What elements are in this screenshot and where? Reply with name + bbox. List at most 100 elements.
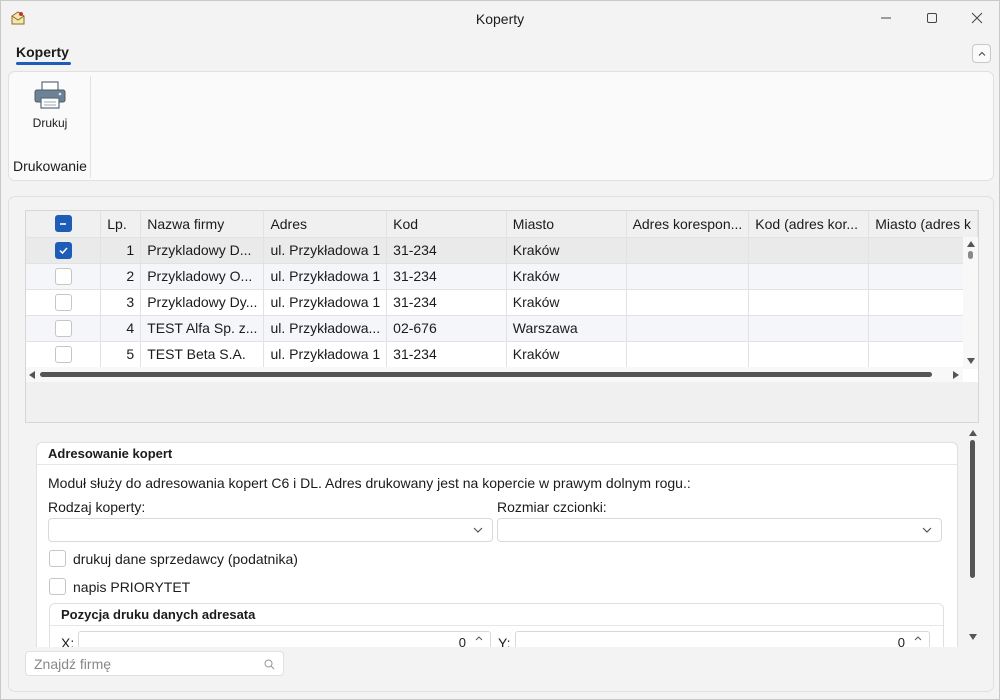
row-checkbox[interactable] <box>54 241 72 259</box>
maximize-icon <box>927 13 937 23</box>
checkmark-icon <box>59 246 68 254</box>
tab-koperty[interactable]: Koperty <box>16 44 69 60</box>
minimize-button[interactable] <box>863 1 909 35</box>
cell-adres: ul. Przykładowa 1 <box>263 341 388 368</box>
row-checkbox[interactable] <box>54 267 72 285</box>
cell-empty <box>626 237 750 264</box>
grid-horizontal-scrollbar[interactable] <box>26 367 963 382</box>
cell-empty <box>748 263 870 290</box>
table-row[interactable]: 5 TEST Beta S.A. ul. Przykładowa 1 31-23… <box>26 341 978 368</box>
column-header[interactable]: Miasto <box>506 211 627 238</box>
close-button[interactable] <box>954 1 1000 35</box>
panel-title: Adresowanie kopert <box>37 443 957 465</box>
grid-hscroll-thumb[interactable] <box>40 372 932 377</box>
active-tab-indicator <box>16 62 71 65</box>
search-input[interactable] <box>34 656 259 672</box>
envelope-type-select[interactable] <box>48 518 493 542</box>
cell-kod: 31-234 <box>386 341 507 368</box>
spin-up-icon[interactable] <box>474 635 484 642</box>
cell-miasto: Kraków <box>506 263 627 290</box>
cell-empty <box>868 289 978 316</box>
cell-lp: 5 <box>100 341 142 368</box>
column-header[interactable]: Kod (adres kor... <box>748 211 870 238</box>
cell-empty <box>626 341 750 368</box>
seller-data-option[interactable]: drukuj dane sprzedawcy (podatnika) <box>49 550 298 567</box>
spin-up-icon[interactable] <box>913 635 923 642</box>
grid-header-row: Lp. Nazwa firmy Adres Kod Miasto Adres k… <box>26 211 978 238</box>
indeterminate-icon <box>60 222 67 225</box>
scroll-up-arrow-icon <box>967 241 975 247</box>
priority-option[interactable]: napis PRIORYTET <box>49 578 190 595</box>
table-row[interactable]: 1 Przykladowy D... ul. Przykładowa 1 31-… <box>26 237 978 264</box>
column-header[interactable]: Nazwa firmy <box>140 211 265 238</box>
minimize-icon <box>881 17 891 19</box>
companies-table: Lp. Nazwa firmy Adres Kod Miasto Adres k… <box>26 211 978 368</box>
maximize-button[interactable] <box>909 1 955 35</box>
chevron-up-icon <box>978 51 985 56</box>
cell-kod: 31-234 <box>386 263 507 290</box>
cell-lp: 2 <box>100 263 142 290</box>
grid-vertical-scrollbar[interactable] <box>963 237 978 369</box>
panel-vertical-scrollbar[interactable] <box>967 430 979 642</box>
cell-adres: ul. Przykładowa... <box>263 315 388 342</box>
cell-nazwa: Przykladowy Dy... <box>140 289 265 316</box>
row-checkbox[interactable] <box>54 293 72 311</box>
select-all-checkbox[interactable] <box>54 215 72 233</box>
panel-vscroll-thumb[interactable] <box>970 440 975 578</box>
y-position-value: 0 <box>897 635 905 647</box>
cell-miasto: Warszawa <box>506 315 627 342</box>
column-header[interactable]: Adres korespon... <box>626 211 750 238</box>
cell-kod: 31-234 <box>386 289 507 316</box>
seller-data-checkbox[interactable] <box>49 550 66 567</box>
recipient-position-group: Pozycja druku danych adresata X: 0 Y: 0 <box>49 603 944 647</box>
row-checkbox[interactable] <box>54 319 72 337</box>
chevron-down-icon <box>922 527 932 533</box>
scroll-left-arrow-icon <box>29 371 35 379</box>
grid-vscroll-thumb[interactable] <box>968 251 973 259</box>
printer-icon <box>34 81 66 109</box>
priority-checkbox[interactable] <box>49 578 66 595</box>
cell-empty <box>748 289 870 316</box>
cell-adres: ul. Przykładowa 1 <box>263 263 388 290</box>
cell-nazwa: Przykladowy D... <box>140 237 265 264</box>
font-size-label: Rozmiar czcionki: <box>497 499 607 515</box>
cell-empty <box>868 263 978 290</box>
cell-empty <box>748 341 870 368</box>
search-box[interactable] <box>25 651 284 676</box>
column-header[interactable]: Lp. <box>100 211 142 238</box>
x-position-input[interactable]: 0 <box>78 631 491 647</box>
cell-empty <box>748 237 870 264</box>
column-header[interactable]: Kod <box>386 211 507 238</box>
y-position-input[interactable]: 0 <box>515 631 930 647</box>
table-row[interactable]: 3 Przykladowy Dy... ul. Przykładowa 1 31… <box>26 289 978 316</box>
font-size-select[interactable] <box>497 518 942 542</box>
close-icon <box>971 12 983 24</box>
ribbon-separator <box>90 76 91 178</box>
scroll-down-arrow-icon <box>969 634 977 640</box>
app-window: Koperty Koperty Drukuj Drukowanie Lp. Na… <box>0 0 1000 700</box>
content-area: Lp. Nazwa firmy Adres Kod Miasto Adres k… <box>8 196 994 692</box>
cell-lp: 1 <box>100 237 142 264</box>
row-checkbox[interactable] <box>54 345 72 363</box>
settings-panel-viewport: Adresowanie kopert Moduł służy do adreso… <box>36 442 958 647</box>
x-position-value: 0 <box>458 635 466 647</box>
cell-empty <box>748 315 870 342</box>
table-row[interactable]: 4 TEST Alfa Sp. z... ul. Przykładowa... … <box>26 315 978 342</box>
cell-empty <box>626 263 750 290</box>
title-bar: Koperty <box>1 1 999 35</box>
companies-grid: Lp. Nazwa firmy Adres Kod Miasto Adres k… <box>25 210 979 423</box>
column-header[interactable]: Miasto (adres k <box>868 211 978 238</box>
grid-viewport: Lp. Nazwa firmy Adres Kod Miasto Adres k… <box>26 211 978 382</box>
cell-nazwa: Przykladowy O... <box>140 263 265 290</box>
collapse-ribbon-button[interactable] <box>972 44 991 63</box>
cell-miasto: Kraków <box>506 341 627 368</box>
table-row[interactable]: 2 Przykladowy O... ul. Przykładowa 1 31-… <box>26 263 978 290</box>
y-label: Y: <box>498 635 511 647</box>
ribbon: Drukuj Drukowanie <box>8 71 994 181</box>
cell-nazwa: TEST Alfa Sp. z... <box>140 315 265 342</box>
header-select-all[interactable] <box>26 211 102 238</box>
search-icon <box>264 659 275 670</box>
column-header[interactable]: Adres <box>263 211 388 238</box>
print-button-label: Drukuj <box>32 116 68 130</box>
print-button[interactable]: Drukuj <box>19 80 81 138</box>
